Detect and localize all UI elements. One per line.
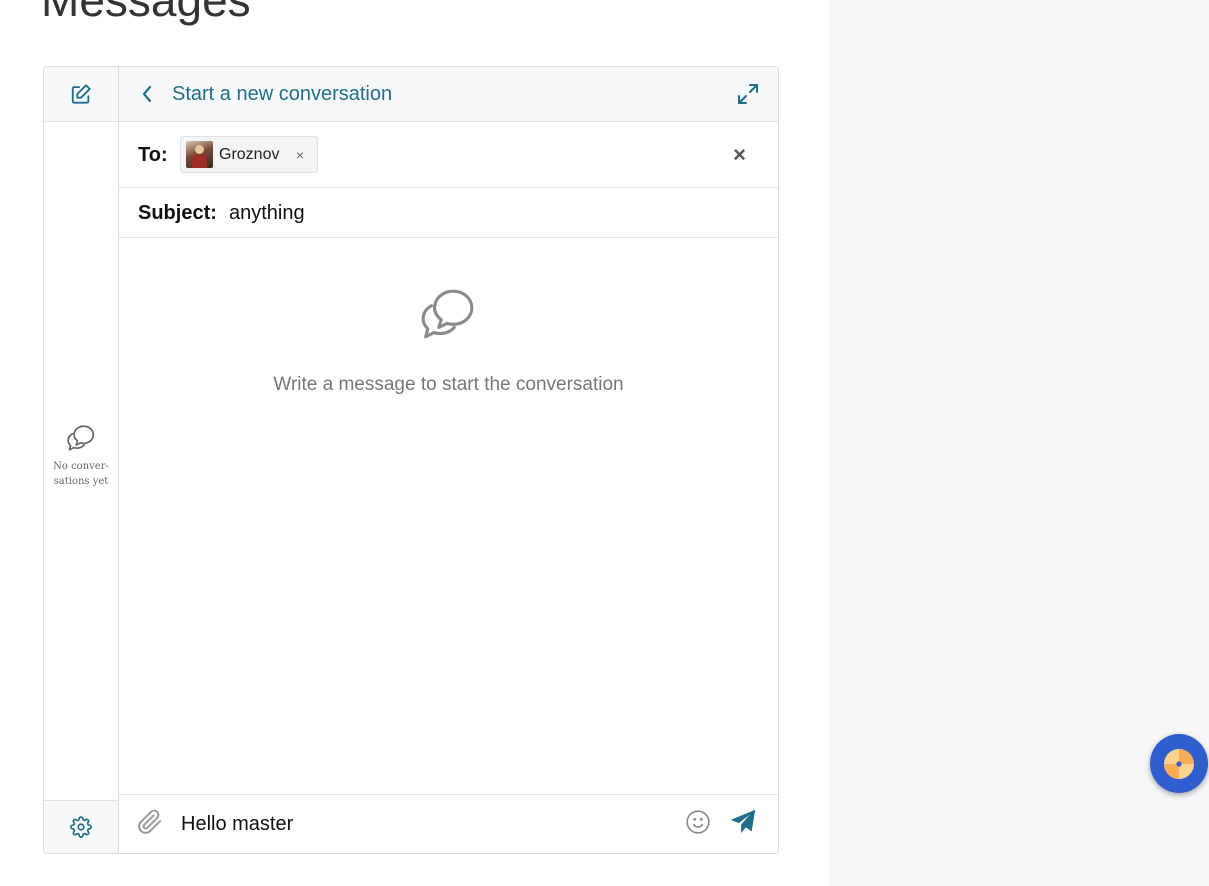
subject-row: Subject: anything	[119, 188, 778, 238]
recipient-name: Groznov	[219, 145, 280, 163]
compose-icon	[71, 84, 91, 104]
emoji-button[interactable]	[685, 809, 711, 840]
chat-bubbles-icon	[421, 289, 474, 339]
send-button[interactable]	[729, 808, 757, 841]
rail-empty-state: No conver-sations yet	[44, 423, 118, 489]
subject-label: Subject:	[138, 202, 217, 224]
header-title: Start a new conversation	[172, 83, 393, 105]
to-label: To:	[138, 144, 168, 166]
chevron-left-icon	[142, 85, 152, 103]
conversation-header: Start a new conversation	[119, 67, 778, 122]
recipients-row: To: Groznov × ×	[119, 122, 778, 188]
attach-button[interactable]	[137, 808, 163, 841]
conversation-area: Write a message to start the conversatio…	[119, 238, 778, 794]
settings-button[interactable]	[44, 800, 118, 853]
emoji-icon	[686, 810, 710, 834]
messenger-panel: No conver-sations yet Start a new conver…	[43, 66, 779, 854]
page-title: Messages	[41, 0, 251, 26]
message-composer	[119, 794, 778, 853]
back-button[interactable]	[137, 83, 157, 105]
widget-icon	[1164, 748, 1194, 779]
avatar	[186, 141, 213, 168]
gear-icon	[70, 816, 92, 838]
message-input[interactable]	[181, 810, 661, 838]
subject-input[interactable]: anything	[229, 202, 305, 225]
rail-empty-text: No conver-sations yet	[53, 461, 109, 487]
clear-recipients-button[interactable]: ×	[733, 143, 746, 167]
conversation-main: Start a new conversation To: Groznov × ×…	[119, 67, 778, 853]
empty-conversation-text: Write a message to start the conversatio…	[273, 374, 624, 395]
paperclip-icon	[138, 809, 162, 834]
conversation-rail: No conver-sations yet	[44, 67, 119, 853]
expand-icon	[738, 84, 758, 104]
chat-bubbles-icon	[67, 425, 95, 451]
remove-recipient-button[interactable]: ×	[296, 146, 304, 164]
send-icon	[730, 809, 756, 834]
recipient-chip[interactable]: Groznov ×	[180, 136, 318, 173]
widget-button[interactable]	[1150, 734, 1208, 793]
expand-button[interactable]	[736, 82, 760, 106]
new-conversation-button[interactable]	[44, 67, 118, 122]
